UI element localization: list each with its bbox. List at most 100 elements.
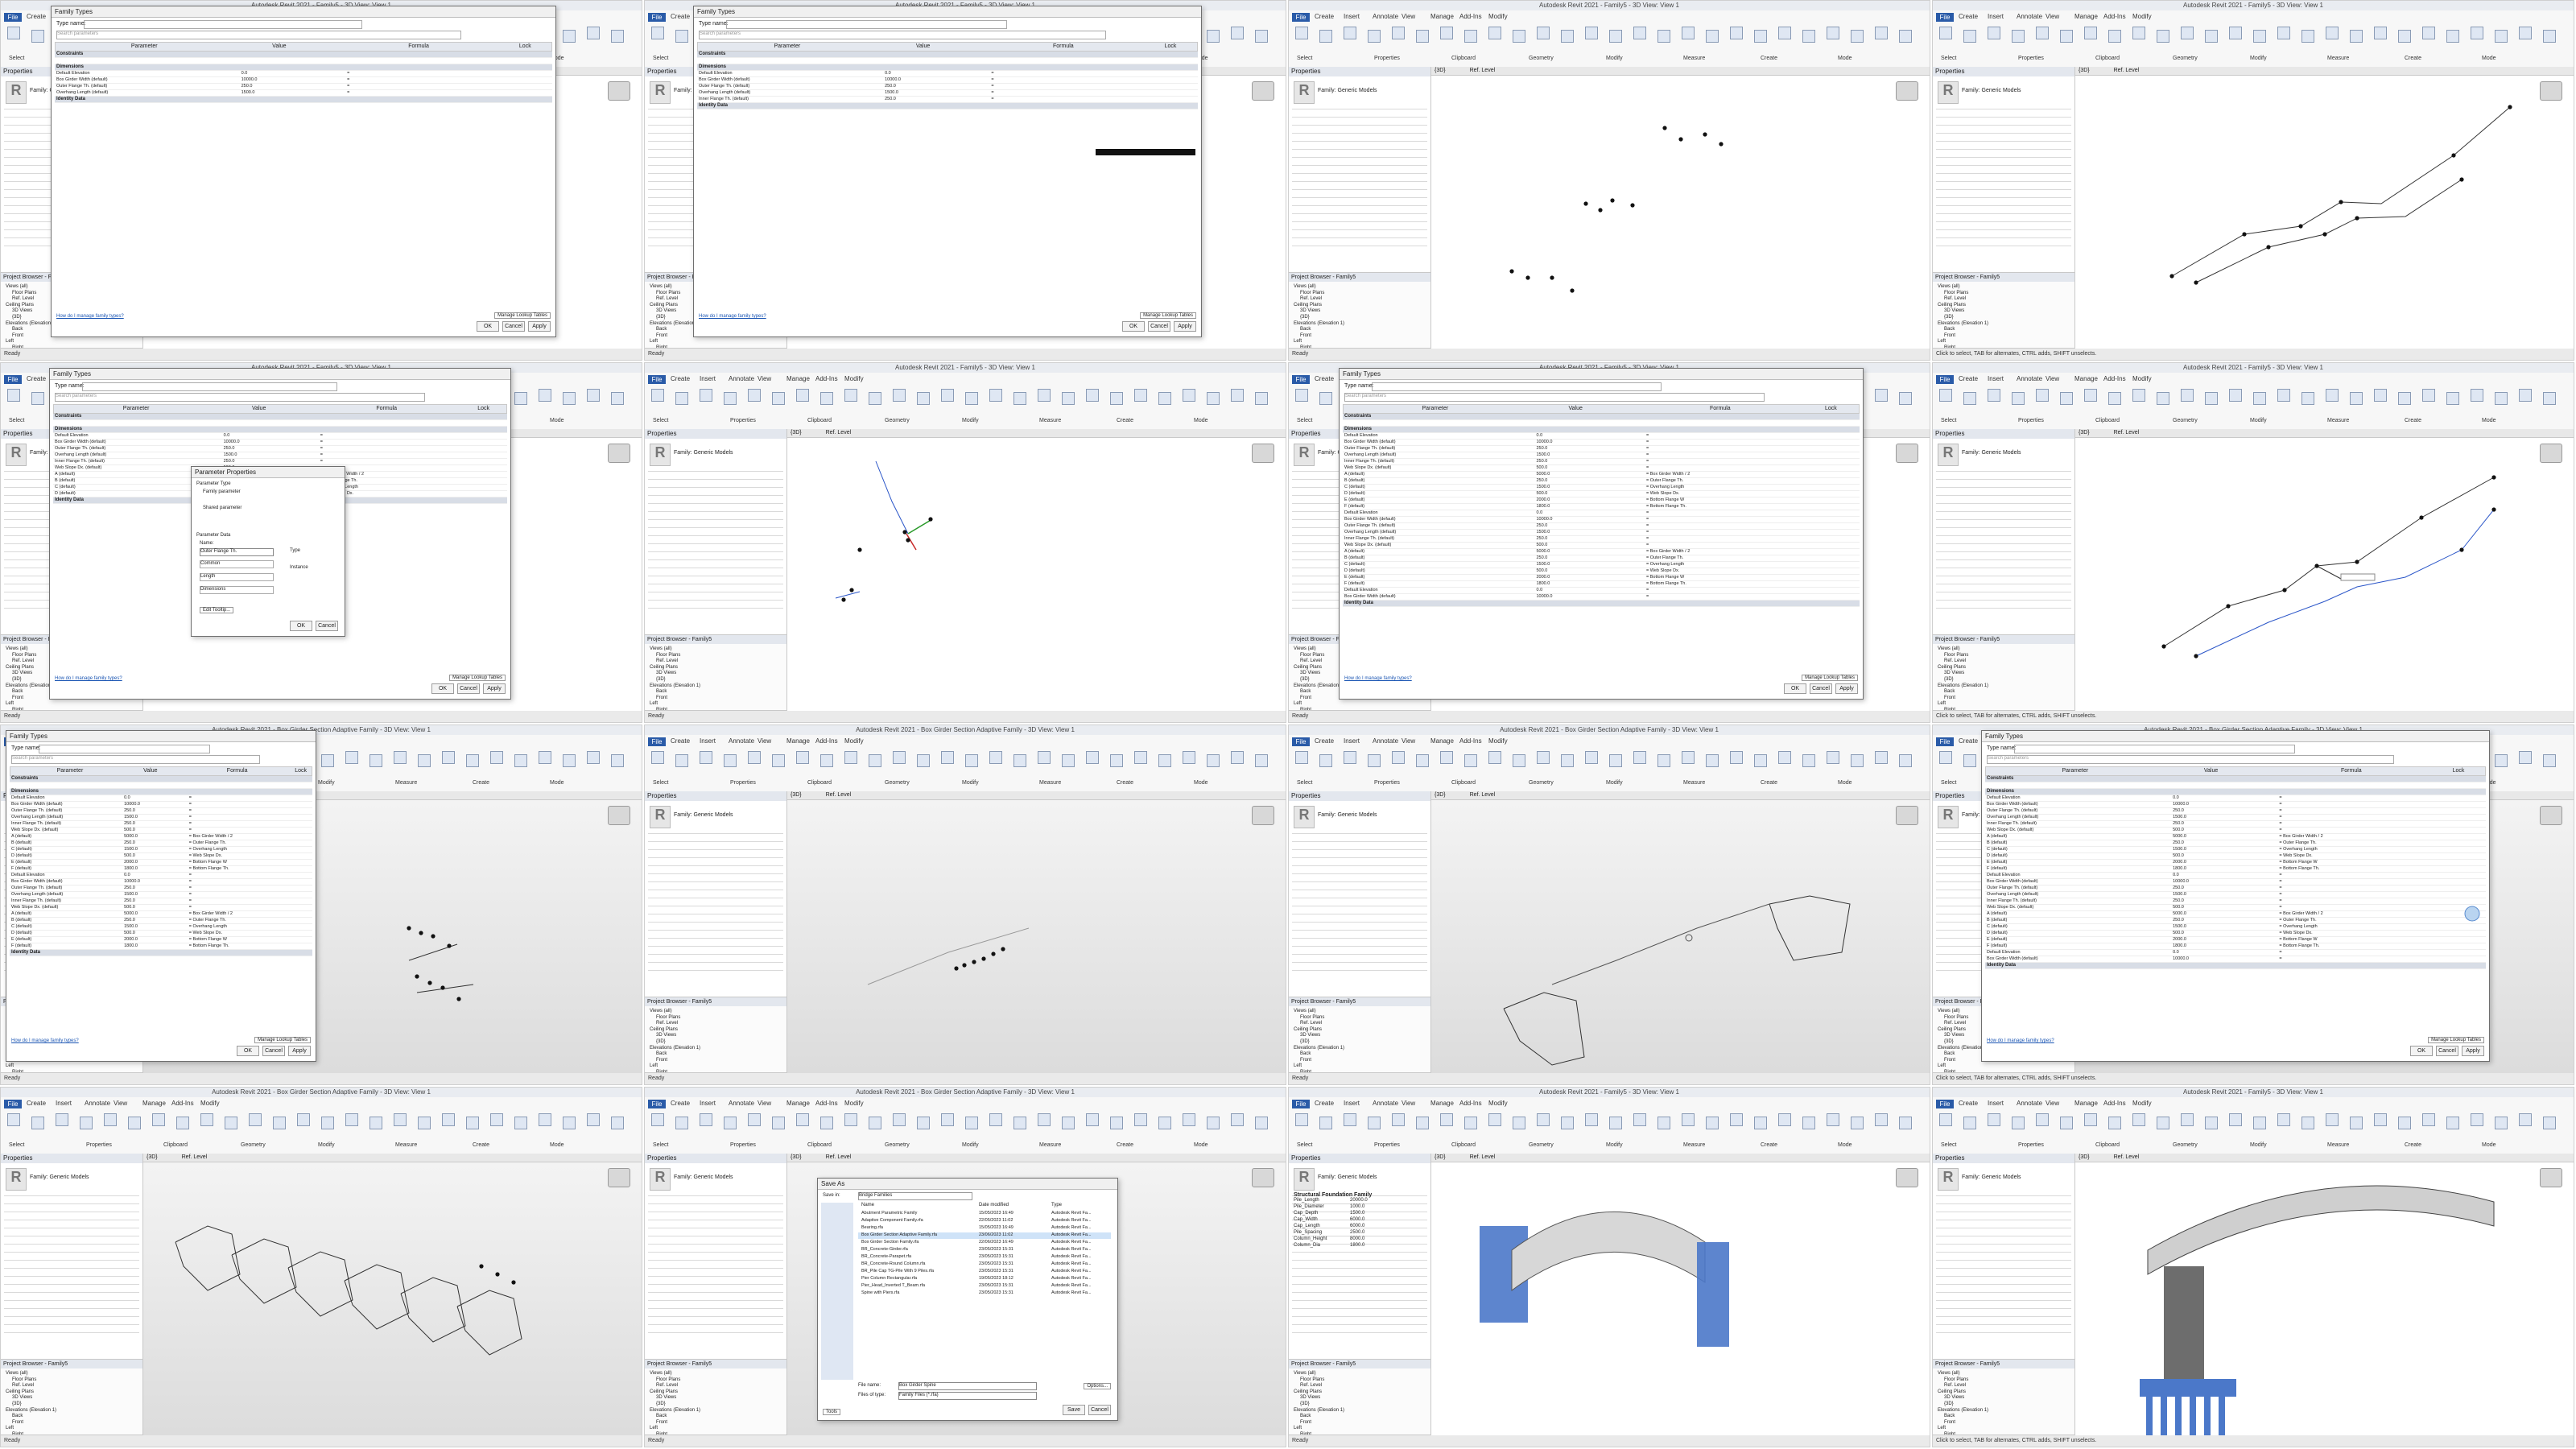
file-tab[interactable]: File xyxy=(1292,13,1310,22)
apply-button[interactable]: Apply xyxy=(483,683,506,694)
ribbon-tool-icon[interactable] xyxy=(2036,389,2049,402)
ribbon-tool-icon[interactable] xyxy=(772,754,785,767)
property-row[interactable] xyxy=(1292,849,1427,850)
ribbon-tool-icon[interactable] xyxy=(466,1117,479,1129)
browser-item[interactable]: Views (all) xyxy=(1938,646,1960,651)
property-row[interactable] xyxy=(1936,551,2071,552)
ribbon-tool-icon[interactable] xyxy=(2350,30,2363,43)
ribbon-tool-icon[interactable] xyxy=(2084,389,2097,402)
ribbon-tool-icon[interactable] xyxy=(1899,392,1912,405)
param-value[interactable]: 2000.0 xyxy=(124,860,138,865)
manage-lookup-button[interactable]: Manage Lookup Tables xyxy=(254,1037,311,1043)
property-row[interactable] xyxy=(1292,954,1427,955)
ribbon-tool-icon[interactable] xyxy=(1682,27,1695,39)
property-row[interactable] xyxy=(1292,1260,1427,1261)
ribbon-tab[interactable]: Annotate xyxy=(1373,13,1398,20)
property-row[interactable] xyxy=(648,1284,783,1285)
property-row[interactable] xyxy=(1292,221,1427,222)
param-value[interactable]: 0.0 xyxy=(242,71,248,76)
property-row[interactable] xyxy=(1936,559,2071,560)
ribbon-tool-icon[interactable] xyxy=(418,1117,431,1129)
ribbon-tab[interactable]: Create xyxy=(1315,375,1334,382)
element-param-value[interactable]: 1000.0 xyxy=(1350,1204,1364,1209)
property-row[interactable] xyxy=(1936,543,2071,544)
ribbon-tool-icon[interactable] xyxy=(869,1117,881,1129)
param-value[interactable]: 500.0 xyxy=(1537,568,1548,574)
param-value[interactable]: 1500.0 xyxy=(242,90,255,96)
browser-item[interactable]: Ceiling Plans xyxy=(650,665,678,670)
browser-item[interactable]: Back xyxy=(1944,1414,1955,1418)
ribbon-tool-icon[interactable] xyxy=(31,392,44,405)
param-value[interactable]: 10000.0 xyxy=(885,77,901,83)
ribbon-tool-icon[interactable] xyxy=(1513,1117,1525,1129)
param-value[interactable]: 1500.0 xyxy=(1537,562,1550,568)
ribbon-tab[interactable]: Annotate xyxy=(2017,375,2042,382)
property-row[interactable] xyxy=(648,946,783,947)
file-list-item[interactable]: Adaptive Component Family.rfa 22/05/2023 … xyxy=(858,1218,1111,1224)
ribbon-tab[interactable]: View xyxy=(1402,13,1415,20)
ribbon-tool-icon[interactable] xyxy=(1207,392,1220,405)
browser-item[interactable]: Floor Plans xyxy=(1944,291,1968,295)
browser-item[interactable]: Back xyxy=(1300,327,1311,332)
browser-item[interactable]: {3D} xyxy=(1944,1402,1954,1406)
ribbon-tool-icon[interactable] xyxy=(297,1113,310,1126)
ok-button[interactable]: OK xyxy=(477,321,499,332)
browser-item[interactable]: Elevations (Elevation 1) xyxy=(1938,683,1988,688)
ribbon-tool-icon[interactable] xyxy=(2277,389,2290,402)
ribbon-tab[interactable]: Manage xyxy=(2074,375,2098,382)
ribbon-tool-icon[interactable] xyxy=(1730,27,1743,39)
property-row[interactable] xyxy=(648,503,783,504)
ribbon-tool-icon[interactable] xyxy=(1440,751,1453,764)
ribbon-tab[interactable]: Manage xyxy=(786,1100,810,1107)
ribbon-tool-icon[interactable] xyxy=(2229,389,2242,402)
property-row[interactable] xyxy=(648,970,783,971)
param-row[interactable]: Default Elevation 0.0 = xyxy=(1343,433,1860,440)
property-row[interactable] xyxy=(648,1195,783,1196)
param-row[interactable]: Default Elevation 0.0 = xyxy=(53,433,507,440)
options-button[interactable]: Options... xyxy=(1084,1383,1111,1389)
property-row[interactable] xyxy=(4,1316,139,1317)
ribbon-tool-icon[interactable] xyxy=(2543,392,2556,405)
ribbon-tool-icon[interactable] xyxy=(1255,1117,1268,1129)
param-formula[interactable]: = Bottom Flange W xyxy=(1646,575,1684,580)
group-under-select[interactable]: Dimensions xyxy=(200,586,274,594)
ribbon-tool-icon[interactable] xyxy=(1319,30,1332,43)
param-value[interactable]: 500.0 xyxy=(124,828,135,833)
browser-item[interactable]: Left xyxy=(1294,701,1302,706)
browser-item[interactable]: Left xyxy=(1294,339,1302,344)
ribbon-tool-icon[interactable] xyxy=(369,754,382,767)
ribbon-tool-icon[interactable] xyxy=(1183,389,1195,402)
param-formula[interactable]: = xyxy=(1646,459,1649,464)
param-row[interactable]: B (default) 250.0 = Outer Flange Th. xyxy=(10,918,312,924)
browser-item[interactable]: Left xyxy=(1938,1426,1946,1430)
cancel-button[interactable]: Cancel xyxy=(1148,321,1170,332)
browser-item[interactable]: Elevations (Elevation 1) xyxy=(1294,1408,1344,1413)
ribbon-tool-icon[interactable] xyxy=(2253,392,2266,405)
ribbon-tool-icon[interactable] xyxy=(418,754,431,767)
browser-item[interactable]: Left xyxy=(1294,1063,1302,1068)
property-row[interactable] xyxy=(648,1292,783,1293)
property-row[interactable] xyxy=(4,1284,139,1285)
ribbon-tool-icon[interactable] xyxy=(2205,1117,2218,1129)
param-value[interactable]: 1500.0 xyxy=(224,452,237,458)
ribbon-tab[interactable]: Manage xyxy=(1430,13,1454,20)
ribbon-tab[interactable]: View xyxy=(1402,1100,1415,1107)
ribbon-tool-icon[interactable] xyxy=(1062,754,1075,767)
ribbon-tool-icon[interactable] xyxy=(748,751,761,764)
ribbon-tool-icon[interactable] xyxy=(917,392,930,405)
ribbon-tool-icon[interactable] xyxy=(225,1117,237,1129)
param-value[interactable]: 250.0 xyxy=(124,821,135,827)
property-row[interactable] xyxy=(1936,141,2071,142)
browser-item[interactable]: Front xyxy=(1300,1058,1311,1063)
ribbon-tool-icon[interactable] xyxy=(2422,389,2435,402)
browser-item[interactable]: 3D Views xyxy=(1300,671,1320,675)
param-row[interactable]: Overhang Length (default) 1500.0 = xyxy=(10,815,312,821)
ribbon-tab[interactable]: Annotate xyxy=(85,1100,110,1107)
property-row[interactable] xyxy=(1292,117,1427,118)
help-link[interactable]: How do I manage family types? xyxy=(11,1038,79,1043)
property-row[interactable] xyxy=(1936,479,2071,480)
property-row[interactable] xyxy=(1936,1284,2071,1285)
ribbon-tool-icon[interactable] xyxy=(1561,30,1574,43)
ribbon-tool-icon[interactable] xyxy=(1827,1113,1839,1126)
param-value[interactable]: 10000.0 xyxy=(1537,440,1553,445)
